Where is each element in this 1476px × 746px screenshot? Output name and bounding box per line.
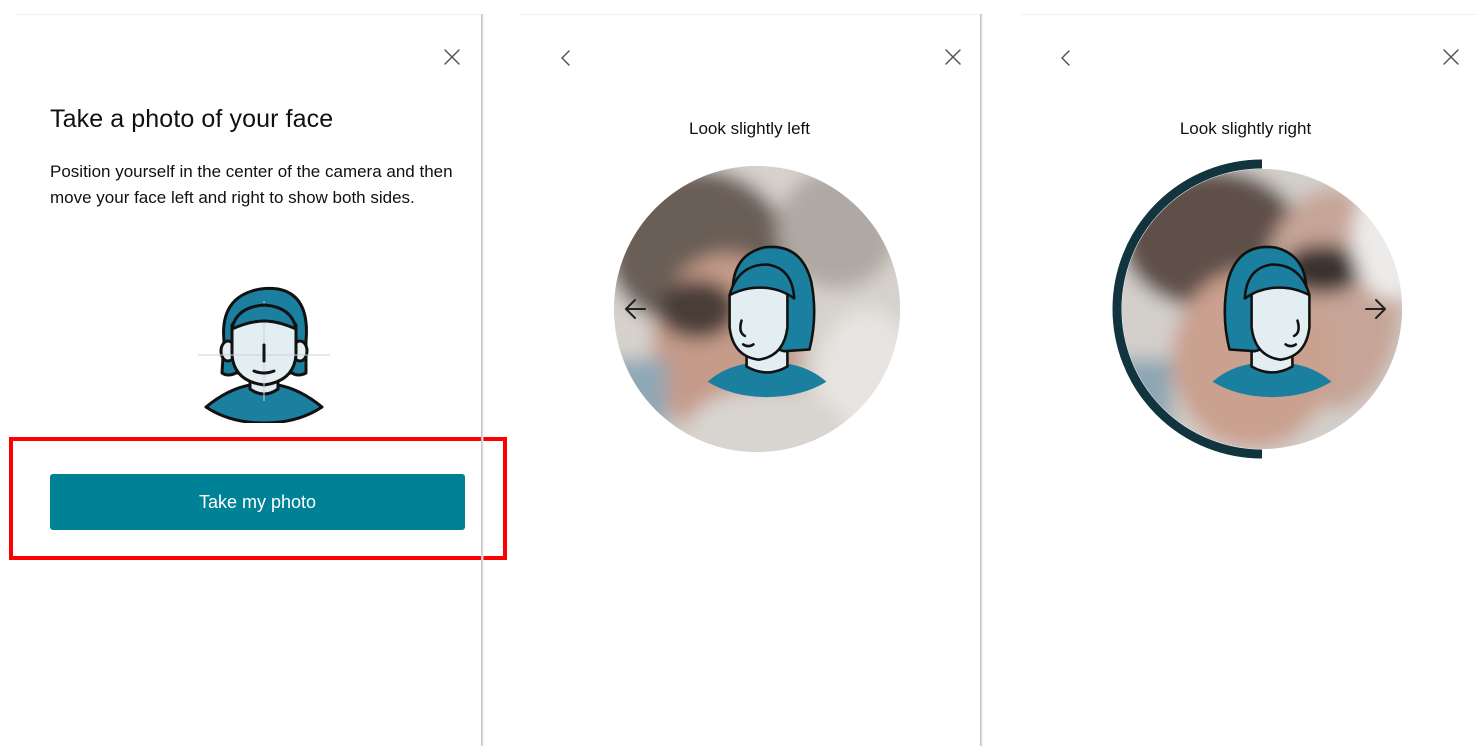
close-icon[interactable] [442,47,462,67]
instruction-text: Position yourself in the center of the c… [50,162,453,207]
page-title: Take a photo of your face [50,105,334,133]
panel-divider [481,14,484,746]
take-photo-button[interactable]: Take my photo [50,474,465,530]
instruction-label: Look slightly left [689,119,810,138]
instruction-label: Look slightly right [1179,119,1312,138]
chevron-left-icon[interactable] [559,49,573,67]
close-icon[interactable] [943,47,963,67]
intro-panel: Take a photo of your face Position yours… [16,14,482,746]
camera-preview [614,166,900,452]
screen: Take a photo of your face Position yours… [0,0,1476,746]
face-illustration-icon [198,286,330,423]
close-icon[interactable] [1441,47,1461,67]
chevron-left-icon[interactable] [1059,49,1073,67]
look-right-panel: Look slightly right [1021,14,1476,746]
look-left-panel: Look slightly left [519,14,980,746]
panel-divider [980,14,983,746]
camera-preview [1112,159,1402,459]
